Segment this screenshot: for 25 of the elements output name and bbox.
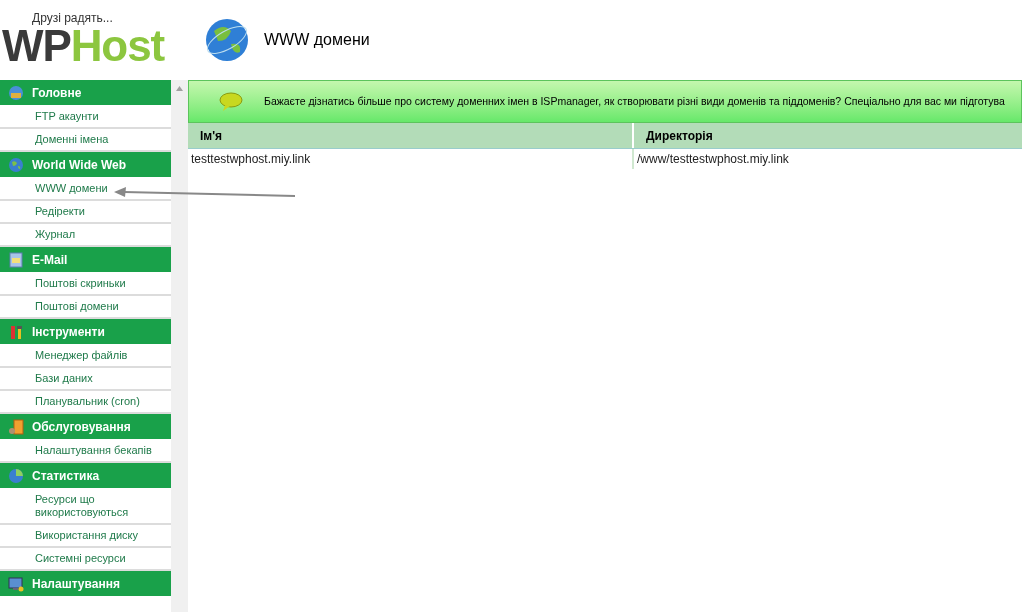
table-cell-text: /www/testtestwphost.miy.link xyxy=(636,151,790,168)
globe-icon xyxy=(204,17,250,63)
monitor-icon xyxy=(8,575,24,592)
sidebar-group-header[interactable]: Головне xyxy=(0,80,171,105)
home-icon xyxy=(8,84,24,101)
sidebar-group-header[interactable]: E-Mail xyxy=(0,247,171,272)
boxes-icon xyxy=(8,418,24,435)
globe-icon xyxy=(8,156,24,173)
column-header[interactable]: Ім'я xyxy=(188,123,634,148)
sidebar-group-header[interactable]: Налаштування xyxy=(0,571,171,596)
tools-icon xyxy=(8,323,24,340)
banner-text: Бажаєте дізнатись більше про систему доменних імен в ISPmanager, як створювати різні види доменів та піддоменів? Спеціально для вас ми підготува xyxy=(264,93,1005,109)
speech-bubble-icon xyxy=(219,91,243,112)
sidebar-group-header[interactable]: Статистика xyxy=(0,463,171,488)
table-cell: testtestwphost.miy.link xyxy=(188,149,634,169)
mail-icon xyxy=(8,251,24,268)
logo-wordmark: WPHost xyxy=(2,24,166,68)
pie-chart-icon xyxy=(8,467,24,484)
scroll-up-icon[interactable] xyxy=(176,86,183,91)
logo-tagline: Друзі радять... xyxy=(32,12,114,24)
sidebar-group-header[interactable]: World Wide Web xyxy=(0,152,171,177)
column-header[interactable]: Директорія xyxy=(634,123,1022,148)
sidebar-group-header[interactable]: Інструменти xyxy=(0,319,171,344)
page-title: WWW домени xyxy=(264,30,370,50)
sidebar-group-header[interactable]: Обслуговування xyxy=(0,414,171,439)
